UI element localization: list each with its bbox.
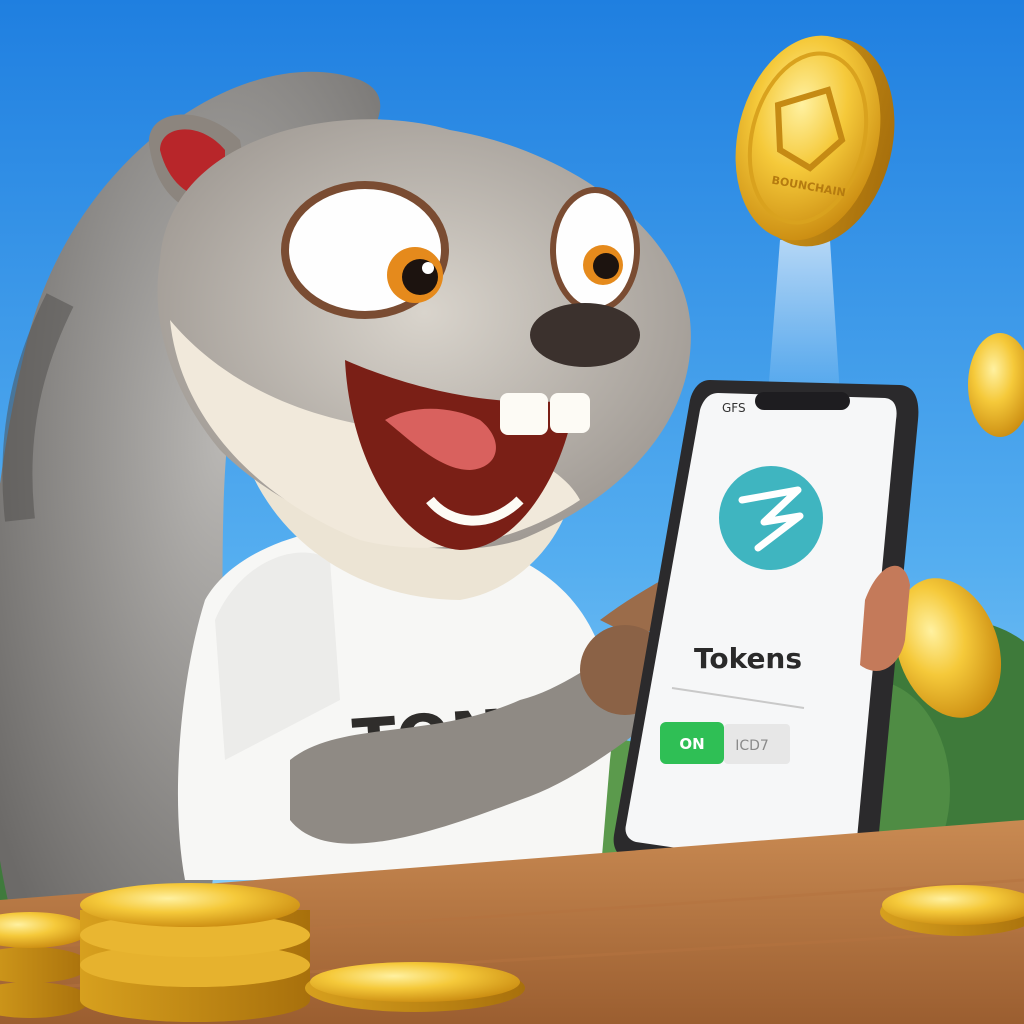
status-left: GFS (722, 401, 746, 415)
toggle-side-text: ICD7 (735, 738, 769, 754)
illustration: BOUNCHAIN TON (0, 0, 1024, 1024)
toggle-label: ON (679, 735, 704, 753)
toggle-switch[interactable]: ON ICD7 (660, 722, 790, 764)
coin-stack-left (0, 912, 90, 1018)
coin-flat-front (305, 962, 525, 1012)
coin-flat-right (880, 885, 1024, 936)
tokens-title: Tokens (694, 642, 802, 675)
coin-stack-center (80, 883, 310, 1022)
nose (530, 303, 640, 367)
